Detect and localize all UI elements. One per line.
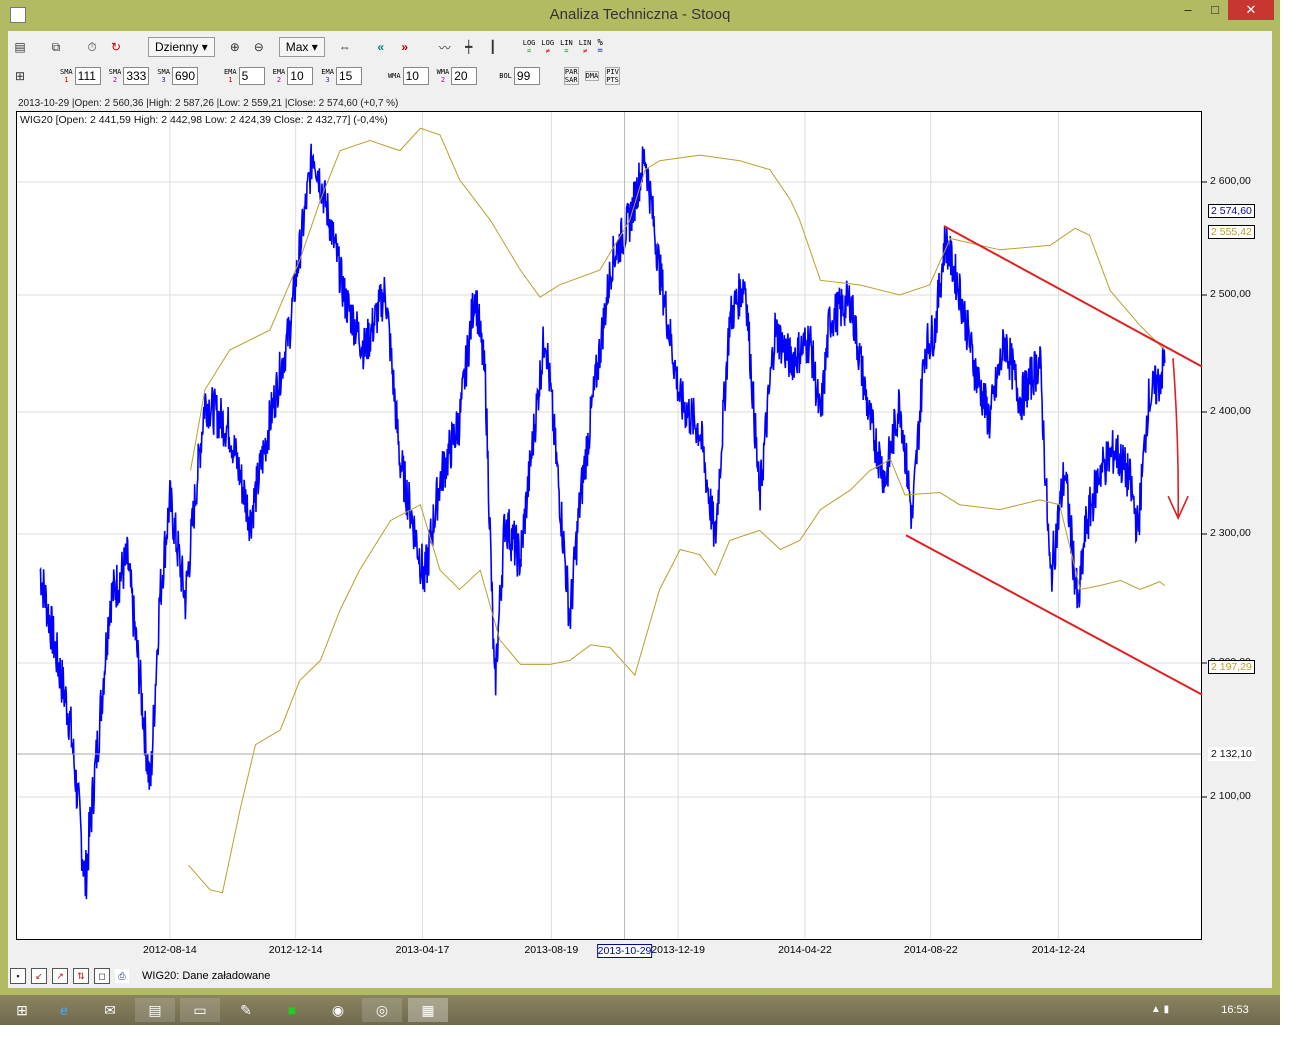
price-marker-price: 2 574,60 (1208, 203, 1255, 218)
export-all-icon[interactable]: ⇅ (73, 968, 89, 984)
x-tick-label: 2014-12-24 (1031, 944, 1086, 956)
price-chart (17, 112, 1207, 939)
y-tick-label: 2 300,00 (1210, 527, 1251, 539)
price-marker-band: 2 555,42 (1208, 225, 1255, 240)
y-tick-label: 2 400,00 (1210, 405, 1251, 417)
notepad-icon[interactable]: ▤ (135, 998, 175, 1022)
price-marker-cursor: 2 132,10 (1208, 746, 1255, 761)
down-arrow (1167, 358, 1189, 521)
stooq-task-icon[interactable]: ▦ (408, 998, 448, 1022)
status-message: WIG20: Dane załadowane (142, 970, 271, 982)
status-bar: ▪ ↙ ↗ ⇅ ◻ ⎙ WIG20: Dane załadowane (10, 968, 270, 984)
x-tick-label: 2012-08-14 (143, 944, 197, 956)
save-icon[interactable]: ▪ (10, 968, 26, 984)
x-tick-label: 2013-10-29 (596, 944, 653, 958)
start-icon[interactable]: ⊞ (2, 998, 42, 1022)
x-tick-label: 2012-12-14 (268, 944, 323, 956)
taskbar: ⊞ e ✉ ▤ ▭ ✎ ■ ◉ ◎ ▦ ▲ ▮ 16:53 (0, 995, 1280, 1025)
import-icon[interactable]: ↙ (31, 968, 47, 984)
tray-icons[interactable]: ▲ ▮ (1140, 998, 1180, 1022)
x-tick-label: 2014-08-22 (903, 944, 958, 956)
print-icon[interactable]: ⎙ (115, 969, 129, 983)
app-icon-3[interactable]: ◉ (318, 998, 358, 1022)
x-tick-label: 2013-08-19 (524, 944, 579, 956)
fullscreen-icon[interactable]: ◻ (94, 968, 110, 984)
chrome-icon[interactable]: ◎ (362, 998, 402, 1022)
series-bol-lower (188, 458, 1166, 894)
ie-icon[interactable]: e (44, 998, 84, 1022)
app-icon-2[interactable]: ✎ (226, 998, 266, 1022)
y-tick-label: 2 600,00 (1210, 175, 1251, 187)
x-tick-label: 2014-04-22 (778, 944, 832, 956)
x-tick-label: 2013-12-19 (651, 944, 705, 956)
y-tick-label: 2 500,00 (1210, 288, 1251, 300)
price-marker-band: 2 197,29 (1208, 659, 1255, 674)
export-icon[interactable]: ↗ (52, 968, 68, 984)
series-bol-upper (190, 127, 1166, 471)
store-icon[interactable]: ■ (272, 998, 312, 1022)
series-wig20 (39, 143, 1166, 900)
x-tick-label: 2013-04-17 (395, 944, 450, 956)
app-icon-1[interactable]: ✉ (90, 998, 130, 1022)
trendline-upper-channel (943, 225, 1203, 368)
clock[interactable]: 16:53 (1205, 998, 1265, 1022)
explorer-icon[interactable]: ▭ (180, 998, 220, 1022)
chart-legend: WIG20 [Open: 2 441,59 High: 2 442,98 Low… (20, 114, 388, 126)
y-tick-label: 2 100,00 (1210, 790, 1251, 802)
